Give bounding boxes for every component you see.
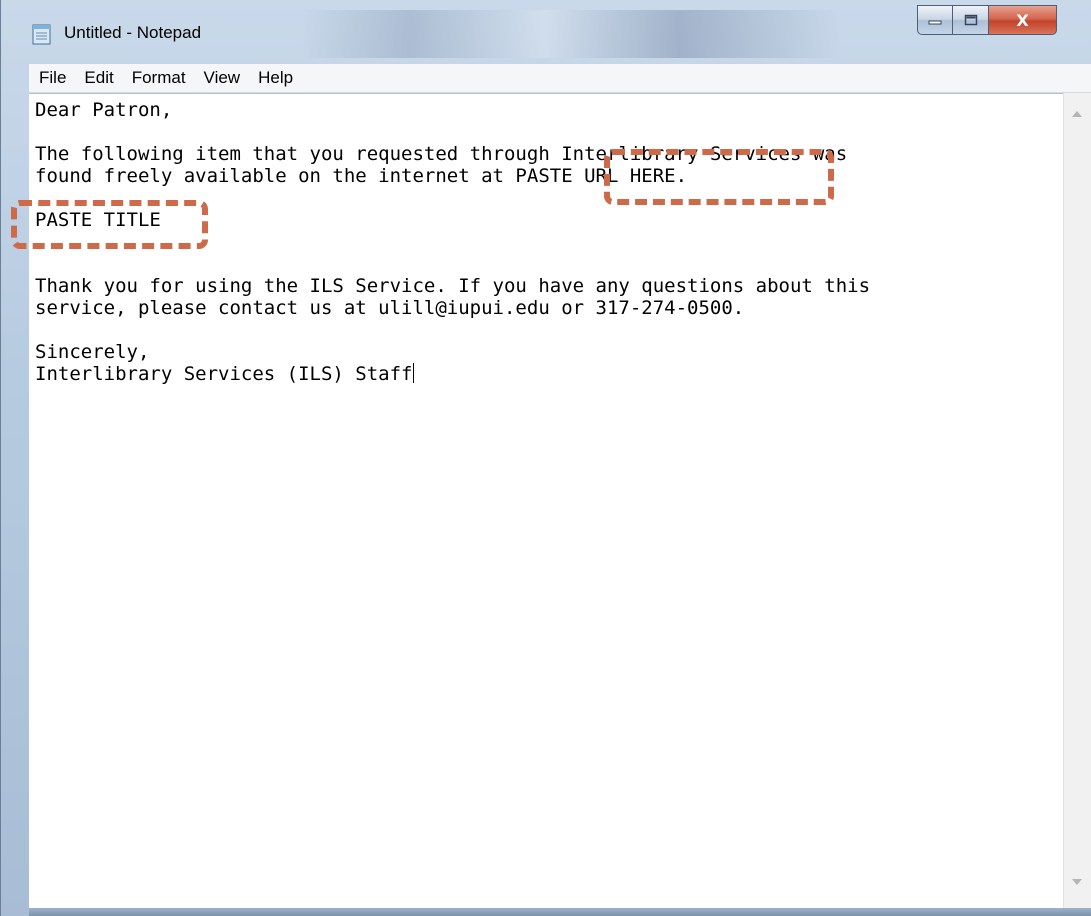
title-bar[interactable]: Untitled - Notepad X	[1, 0, 1091, 66]
notepad-window: Untitled - Notepad X File Edit Format Vi…	[0, 0, 1091, 916]
annotation-box-title	[11, 200, 208, 249]
close-button[interactable]: X	[989, 5, 1057, 35]
menu-bar: File Edit Format View Help	[29, 64, 1091, 93]
text-line: Thank you for using the ILS Service. If …	[35, 275, 871, 297]
text-line: service, please contact us at ulill@iupu…	[35, 297, 745, 319]
text-line: ​	[35, 121, 870, 143]
vertical-scrollbar[interactable]	[1063, 93, 1091, 911]
window-bottom-border	[29, 908, 1091, 916]
menu-view[interactable]: View	[194, 68, 249, 88]
text-line: ​	[35, 253, 870, 275]
text-line-content: Interlibrary Services (ILS) Staff	[35, 363, 413, 385]
menu-edit[interactable]: Edit	[74, 68, 121, 88]
menu-format[interactable]: Format	[122, 68, 194, 88]
window-title: Untitled - Notepad	[64, 23, 202, 42]
text-line: ​	[35, 319, 870, 341]
text-line: Sincerely,	[35, 341, 150, 363]
scroll-down-arrow-icon[interactable]	[1072, 879, 1082, 885]
text-line-last: Interlibrary Services (ILS) Staff	[35, 363, 870, 385]
menu-file[interactable]: File	[29, 68, 74, 88]
close-icon: X	[1016, 10, 1029, 30]
menu-help[interactable]: Help	[248, 68, 301, 88]
maximize-icon	[964, 14, 977, 26]
maximize-button[interactable]	[953, 5, 989, 35]
text-line: Dear Patron,	[35, 99, 173, 121]
text-caret	[412, 363, 414, 383]
minimize-icon	[928, 20, 942, 25]
caption-buttons: X	[917, 5, 1057, 39]
minimize-button[interactable]	[917, 5, 953, 35]
annotation-box-url	[604, 149, 834, 205]
title-bar-glass	[301, 10, 841, 58]
notepad-icon	[32, 24, 51, 45]
scroll-up-arrow-icon[interactable]	[1072, 111, 1082, 117]
